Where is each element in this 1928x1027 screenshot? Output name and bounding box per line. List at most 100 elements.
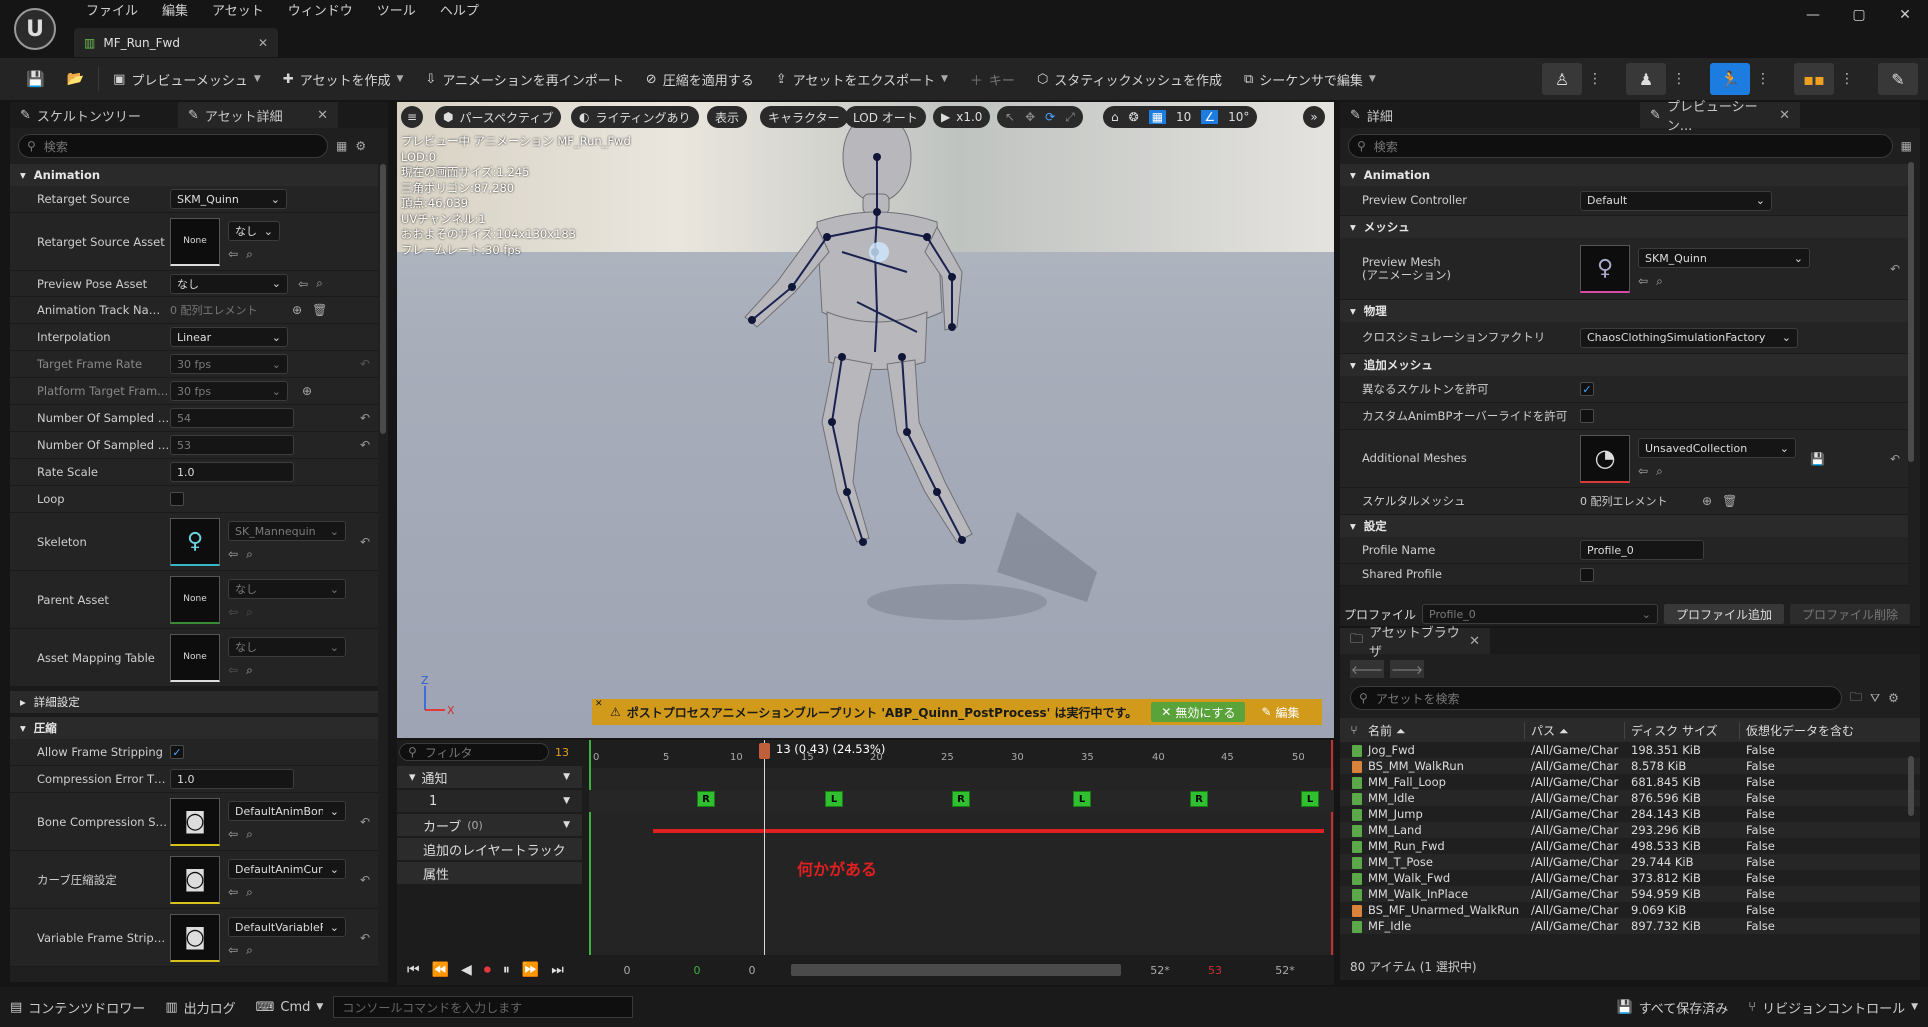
track-notify[interactable]: ▾ 通知 ▼ <box>397 766 582 788</box>
preview-mesh-combo[interactable]: SKM_Quinn ⌄ <box>1638 248 1810 268</box>
close-icon[interactable]: ✕ <box>258 36 268 50</box>
maximize-button[interactable]: ▢ <box>1836 0 1882 30</box>
more-options-icon[interactable]: ⋮ <box>1588 71 1602 87</box>
additional-meshes-combo[interactable]: UnsavedCollection ⌄ <box>1638 438 1796 458</box>
asset-combo[interactable]: なし ⌄ <box>228 221 280 241</box>
cmd-selector[interactable]: ⌨ Cmd ▼ <box>246 993 334 1021</box>
section-mesh[interactable]: ▾ メッシュ <box>1340 216 1908 238</box>
expand-toolbar-button[interactable]: » <box>1303 106 1325 128</box>
reset-icon[interactable]: ↶ <box>1890 262 1900 276</box>
forward-button[interactable]: 🡒 <box>1390 660 1424 678</box>
animation-mode-icon[interactable]: 🏃 <box>1710 63 1750 95</box>
content-drawer-button[interactable]: ▤ コンテンツドロワー <box>0 993 155 1021</box>
reset-icon[interactable]: ↶ <box>360 815 370 829</box>
notify-marker[interactable]: L <box>825 791 843 807</box>
section-additional-mesh[interactable]: ▾ 追加メッシュ <box>1340 354 1908 376</box>
bone-compression-combo[interactable]: DefaultAnimBone ⌄ <box>228 801 346 821</box>
play-reverse-icon[interactable]: ◀ <box>461 962 472 978</box>
use-selected-icon[interactable]: ⇦ <box>1638 464 1648 479</box>
add-profile-button[interactable]: プロファイル追加 <box>1664 604 1785 624</box>
col-name[interactable]: 名前 ⏶ <box>1368 721 1525 739</box>
reset-icon[interactable]: ↶ <box>360 411 370 425</box>
remove-profile-button[interactable]: プロファイル削除 <box>1790 604 1911 624</box>
range-end-value[interactable]: 52* <box>1135 964 1185 977</box>
add-platform-icon[interactable]: ⊕ <box>302 384 312 398</box>
move-icon[interactable]: ✥ <box>1025 110 1035 124</box>
scrollbar[interactable] <box>1908 162 1914 462</box>
table-row[interactable]: MM_Jump/All/Game/Char 284.143 KiB False <box>1340 806 1920 822</box>
folder-icon[interactable]: 🗀 <box>1850 688 1862 709</box>
reimport-button[interactable]: ⇩ アニメーションを再インポート <box>417 64 631 94</box>
settings-thumbnail[interactable]: ◙ <box>170 855 220 904</box>
pause-icon[interactable]: ⏸ <box>503 962 510 978</box>
more-options-icon[interactable]: ⋮ <box>1756 71 1770 87</box>
table-view-icon[interactable]: ▦ <box>336 139 347 153</box>
tab-asset-browser[interactable]: 🗀 アセットブラウザ ✕ <box>1340 626 1490 660</box>
tab-skeleton-tree[interactable]: ✎ スケルトンツリー <box>10 102 178 128</box>
table-row[interactable]: MM_T_Pose/All/Game/Char 29.744 KiB False <box>1340 854 1920 870</box>
settings-thumbnail[interactable]: ◙ <box>170 797 220 846</box>
show-button[interactable]: 表示 <box>707 106 748 128</box>
close-window-button[interactable]: ✕ <box>1882 0 1928 30</box>
scale-icon[interactable]: ⤢ <box>1065 110 1075 125</box>
track-notify-1[interactable]: 1 ▼ <box>397 790 582 812</box>
edit-in-sequencer-button[interactable]: ⧉ シーケンサで編集 ▼ <box>1236 64 1384 94</box>
allow-diff-skeleton-checkbox[interactable]: ✓ <box>1580 382 1594 396</box>
rotate-icon[interactable]: ⟳ <box>1045 110 1055 124</box>
step-forward-icon[interactable]: ⏩ <box>522 962 539 978</box>
browse-icon[interactable]: ⌕ <box>246 605 253 620</box>
perspective-button[interactable]: ⬢ パースペクティブ <box>435 106 562 128</box>
rate-scale-field[interactable]: 1.0 <box>170 462 294 482</box>
col-virtual[interactable]: 仮想化データを含む <box>1740 722 1860 739</box>
local-space-icon[interactable]: ⌂ <box>1111 110 1119 124</box>
preview-controller-combo[interactable]: Default ⌄ <box>1580 190 1772 211</box>
interpolation-combo[interactable]: Linear ⌄ <box>170 327 288 347</box>
table-row[interactable]: Jog_Fwd/All/Game/Char 198.351 KiB False <box>1340 742 1920 758</box>
table-view-icon[interactable]: ▦ <box>1901 139 1912 153</box>
use-selected-icon[interactable]: ⇦ <box>228 943 238 958</box>
play-rate-button[interactable]: ▶ x1.0 <box>933 106 991 128</box>
surface-snap-icon[interactable]: ❂ <box>1129 110 1139 124</box>
preview-mesh-button[interactable]: ▣ プレビューメッシュ ▼ <box>105 64 269 94</box>
close-icon[interactable]: ✕ <box>1779 108 1790 123</box>
section-settings[interactable]: ▾ 設定 <box>1340 515 1908 537</box>
use-selected-icon[interactable]: ⇦ <box>1638 274 1648 289</box>
trash-icon[interactable]: 🗑 <box>312 303 327 317</box>
filter-input[interactable]: ⚲ フィルタ <box>399 743 549 761</box>
skeleton-mode-icon[interactable]: ♙ <box>1542 63 1582 95</box>
key-button[interactable]: ＋ キー <box>962 64 1023 94</box>
revision-control-button[interactable]: ⑂ リビジョンコントロール ▼ <box>1738 993 1928 1021</box>
allow-custom-animbp-checkbox[interactable] <box>1580 409 1594 423</box>
scrollbar[interactable] <box>380 164 386 434</box>
filter-icon[interactable]: ⛛ <box>1870 691 1880 706</box>
lod-button[interactable]: LOD オート <box>845 106 926 128</box>
section-physics[interactable]: ▾ 物理 <box>1340 300 1908 322</box>
menu-asset[interactable]: アセット <box>200 2 276 22</box>
save-icon[interactable]: 💾 <box>18 64 53 94</box>
tab-asset-details[interactable]: ✎ アセット詳細 ✕ <box>178 102 338 128</box>
dismiss-icon[interactable]: ✕ <box>595 699 603 709</box>
skeleton-combo[interactable]: SK_Mannequin ⌄ <box>228 521 346 541</box>
add-element-icon[interactable]: ⊕ <box>292 303 302 317</box>
more-options-icon[interactable]: ⋮ <box>1840 71 1854 87</box>
table-row[interactable]: MF_Idle/All/Game/Char 897.732 KiB False <box>1340 918 1920 934</box>
shared-profile-checkbox[interactable] <box>1580 567 1594 582</box>
preview-viewport[interactable]: Z X ≡ ⬢ パースペクティブ ◐ ライティングあり 表示 キャラクター LOD … <box>397 102 1334 738</box>
scrollbar[interactable] <box>1908 756 1914 816</box>
allow-frame-stripping-checkbox[interactable]: ✓ <box>170 745 184 759</box>
table-row[interactable]: BS_MF_Unarmed_WalkRun/All/Game/Char 9.069… <box>1340 902 1920 918</box>
menu-file[interactable]: ファイル <box>74 2 150 22</box>
target-frame-rate-combo[interactable]: 30 fps ⌄ <box>170 354 288 374</box>
minimize-button[interactable]: — <box>1790 0 1836 30</box>
cloth-factory-combo[interactable]: ChaosClothingSimulationFactory ⌄ <box>1580 327 1798 348</box>
asset-thumbnail[interactable]: None <box>170 633 220 682</box>
col-size[interactable]: ディスク サイズ <box>1625 721 1740 739</box>
reset-icon[interactable]: ↶ <box>1890 452 1900 466</box>
variable-frame-combo[interactable]: DefaultVariableF ⌄ <box>228 917 346 937</box>
create-static-mesh-button[interactable]: ⬡ スタティックメッシュを作成 <box>1029 64 1230 94</box>
notify-marker[interactable]: L <box>1073 791 1091 807</box>
use-selected-icon[interactable]: ⇦ <box>228 605 238 620</box>
section-animation[interactable]: ▾ Animation <box>10 164 378 186</box>
compression-error-field[interactable]: 1.0 <box>170 769 294 789</box>
mesh-mode-icon[interactable]: ♟ <box>1626 63 1666 95</box>
